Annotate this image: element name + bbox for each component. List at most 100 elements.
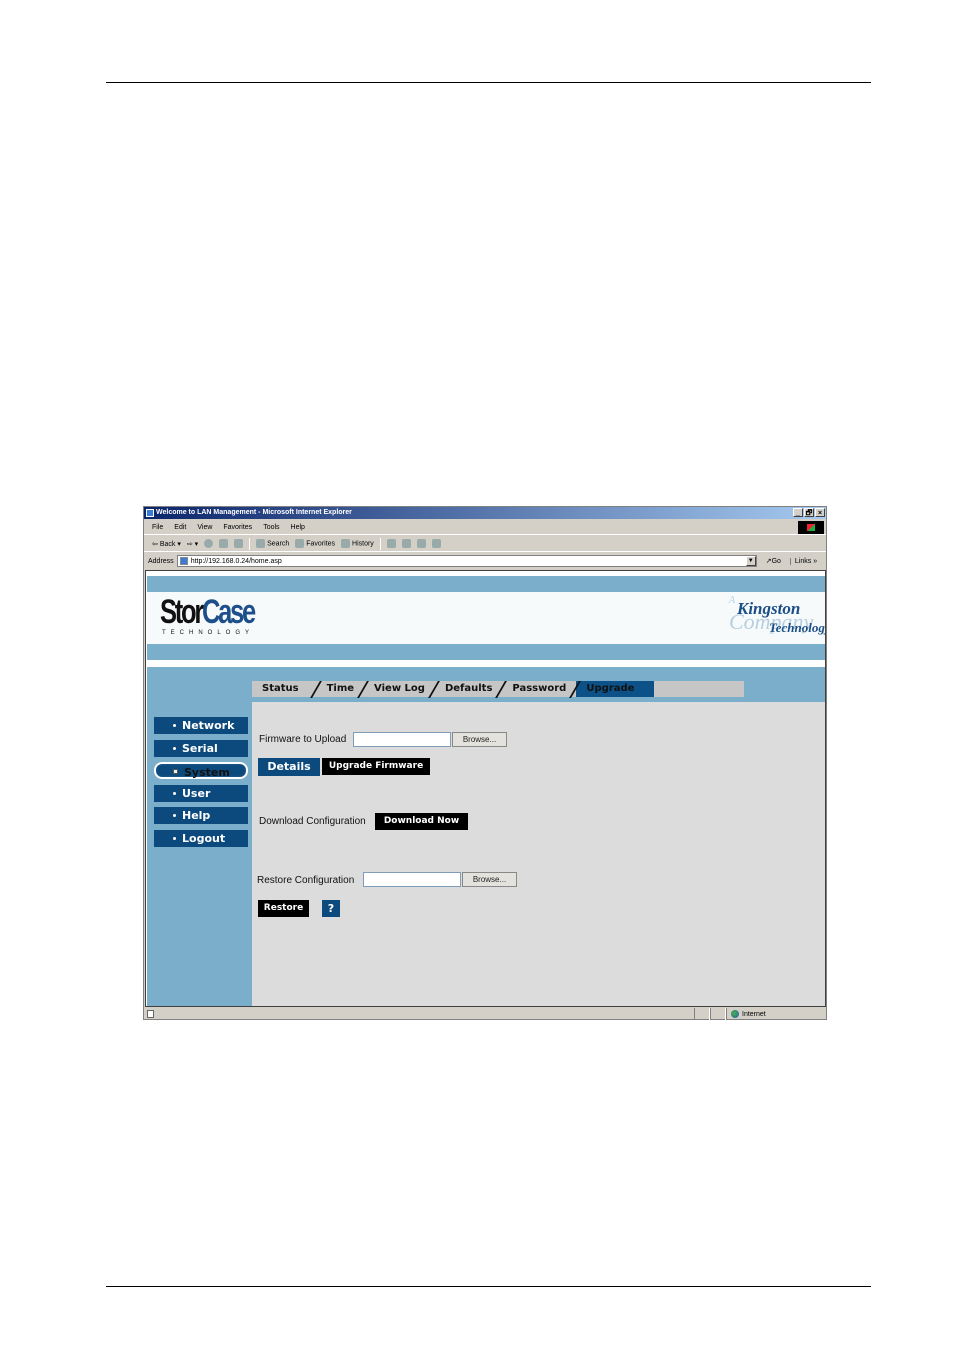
logo-case-text: Case <box>202 593 256 631</box>
page-icon <box>179 557 188 565</box>
upgrade-firmware-button[interactable]: Upgrade Firmware <box>322 758 430 775</box>
bullet-icon <box>173 836 176 840</box>
kingston-logo: A Company Kingston Technology <box>723 595 826 645</box>
page-status-icon <box>147 1010 154 1018</box>
discuss-icon[interactable] <box>431 539 441 548</box>
menu-favorites[interactable]: Favorites <box>223 524 252 531</box>
sidebar-item-user[interactable]: User <box>154 784 248 802</box>
home-icon[interactable] <box>234 539 244 548</box>
menu-help[interactable]: Help <box>291 524 305 531</box>
go-button[interactable]: ↗Go <box>766 557 781 565</box>
menu-view[interactable]: View <box>197 524 212 531</box>
address-bar: Address http://192.168.0.24/home.asp ▼ ↗… <box>144 553 826 569</box>
sidebar-item-label: User <box>182 786 211 800</box>
menu-file[interactable]: File <box>152 524 163 531</box>
address-label: Address <box>148 557 174 565</box>
status-bar: Internet <box>144 1008 826 1020</box>
address-input[interactable]: http://192.168.0.24/home.asp ▼ <box>176 555 757 567</box>
sidebar-item-system[interactable]: System <box>154 762 248 780</box>
logo-a-text: A <box>729 595 736 606</box>
ie-icon <box>146 509 154 517</box>
history-label: History <box>352 540 374 548</box>
page-bottom-rule <box>106 1286 871 1287</box>
bullet-icon <box>173 746 176 750</box>
tab-upgrade[interactable]: Upgrade <box>576 681 655 697</box>
sidebar-item-label: Network <box>182 719 235 732</box>
logo-kingston-text: Kingston <box>737 599 801 618</box>
links-button[interactable]: Links » <box>789 557 817 565</box>
forward-button[interactable]: ⇨ ▾ <box>187 540 198 548</box>
window-title: Welcome to LAN Management - Microsoft In… <box>156 509 352 516</box>
restore-file-input[interactable] <box>363 872 461 887</box>
menu-tools[interactable]: Tools <box>263 524 279 531</box>
back-button[interactable]: ⇦ Back ▾ <box>152 540 181 548</box>
tab-bar: Status Time View Log Defaults Password U… <box>252 681 744 697</box>
search-label: Search <box>267 540 290 548</box>
storcase-logo: StorCase <box>160 593 256 631</box>
sidebar-item-help[interactable]: Help <box>154 807 248 825</box>
address-value: http://192.168.0.24/home.asp <box>190 557 282 565</box>
logo-stor-text: Stor <box>160 593 204 631</box>
print-icon[interactable] <box>401 539 411 548</box>
tab-time[interactable]: Time <box>317 681 364 697</box>
history-button[interactable]: History <box>341 539 374 548</box>
bullet-icon <box>173 724 176 727</box>
history-icon <box>341 539 351 548</box>
bullet-icon <box>173 769 178 775</box>
favorites-button[interactable]: Favorites <box>295 539 335 548</box>
restore-config-label: Restore Configuration <box>257 875 355 886</box>
title-bar: Welcome to LAN Management - Microsoft In… <box>144 507 826 519</box>
tab-view-log[interactable]: View Log <box>364 681 435 697</box>
close-button[interactable]: × <box>815 508 825 517</box>
content-panel <box>252 702 825 1006</box>
search-icon <box>256 539 266 548</box>
logo-technology-text: Technology <box>769 620 826 635</box>
zone-label: Internet <box>742 1010 766 1018</box>
mail-icon[interactable] <box>386 539 396 548</box>
tab-status[interactable]: Status <box>252 681 317 697</box>
standard-toolbar: ⇦ Back ▾ ⇨ ▾ Search Favorites History <box>144 536 826 552</box>
back-label: Back <box>159 540 176 548</box>
stop-icon[interactable] <box>204 539 214 548</box>
sidebar-item-label: Help <box>182 809 211 823</box>
favorites-label: Favorites <box>306 540 336 548</box>
header-bottom-band <box>147 644 825 660</box>
bullet-icon <box>173 791 176 795</box>
header-top-band <box>147 576 825 592</box>
tab-defaults[interactable]: Defaults <box>435 681 502 697</box>
windows-logo-icon <box>798 521 824 534</box>
restore-browse-button[interactable]: Browse... <box>462 872 517 887</box>
restore-button[interactable]: 🗗 <box>804 508 814 517</box>
download-now-button[interactable]: Download Now <box>375 813 468 830</box>
browser-window: Welcome to LAN Management - Microsoft In… <box>143 506 827 1020</box>
go-label: Go <box>771 558 781 565</box>
help-button[interactable]: ? <box>322 900 340 917</box>
search-button[interactable]: Search <box>256 539 289 548</box>
sidebar-item-logout[interactable]: Logout <box>154 829 248 847</box>
edit-icon[interactable] <box>416 539 426 548</box>
restore-button[interactable]: Restore <box>258 900 309 917</box>
firmware-file-input[interactable] <box>353 732 451 747</box>
sidebar-item-label: Logout <box>182 831 226 845</box>
favorites-icon <box>295 539 305 548</box>
details-button[interactable]: Details <box>258 758 320 776</box>
page-viewport: StorCase TECHNOLOGY A Company Kingston T… <box>145 570 826 1007</box>
address-dropdown-icon[interactable]: ▼ <box>745 556 756 566</box>
refresh-icon[interactable] <box>219 539 229 548</box>
bullet-icon <box>173 814 176 818</box>
sidebar-item-label: Serial <box>182 741 218 755</box>
menu-edit[interactable]: Edit <box>174 524 186 531</box>
minimize-button[interactable]: _ <box>793 508 803 517</box>
sidebar-item-network[interactable]: Network <box>154 717 248 734</box>
status-cell <box>694 1008 710 1020</box>
status-cell <box>710 1008 726 1020</box>
menu-bar: File Edit View Favorites Tools Help <box>144 520 826 535</box>
sidebar-nav: Network Serial System User Help Logout <box>154 717 248 853</box>
tab-password[interactable]: Password <box>502 681 576 697</box>
sidebar-item-serial[interactable]: Serial <box>154 739 248 757</box>
download-config-label: Download Configuration <box>259 816 366 827</box>
firmware-upload-label: Firmware to Upload <box>259 734 347 745</box>
security-zone: Internet <box>726 1008 826 1020</box>
toolbar-separator <box>379 537 381 550</box>
firmware-browse-button[interactable]: Browse... <box>452 732 507 747</box>
